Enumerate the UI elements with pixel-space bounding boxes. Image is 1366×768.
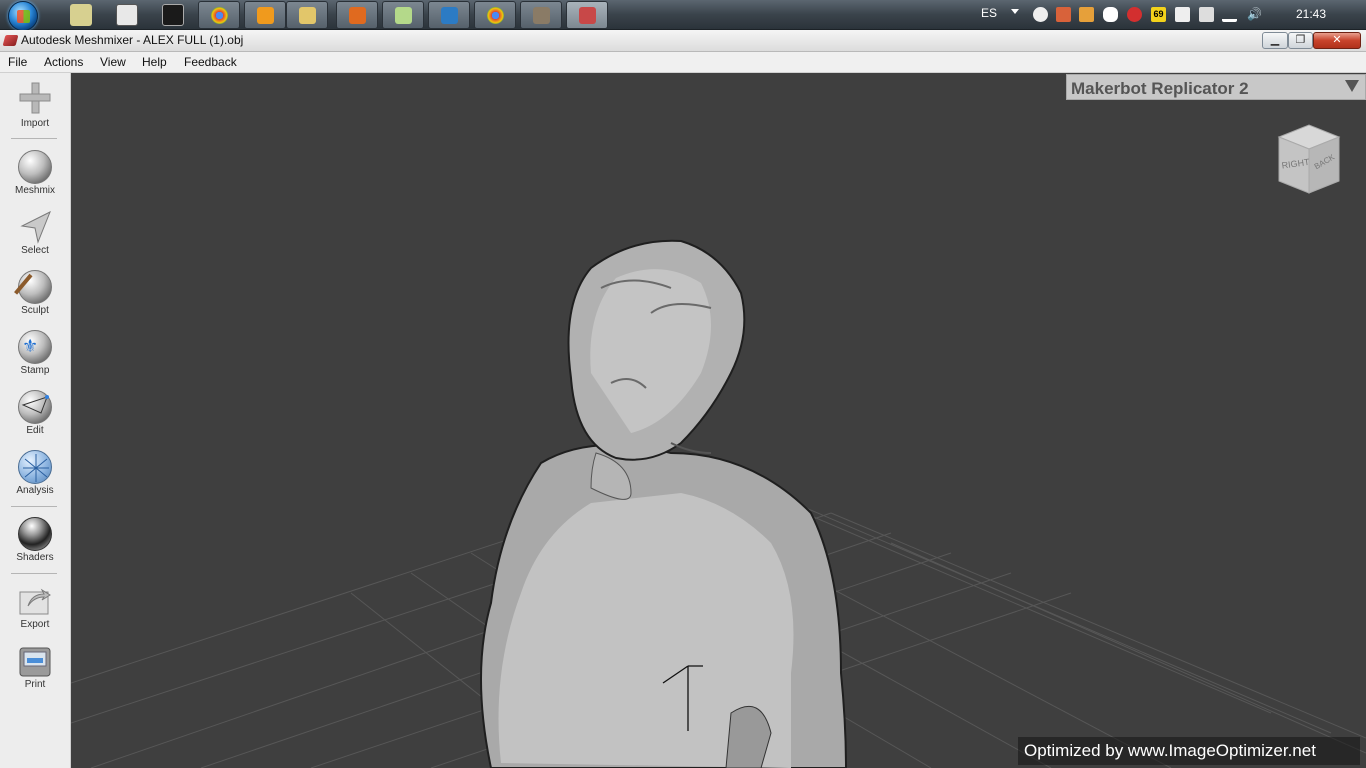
taskbar-app-button[interactable] bbox=[336, 1, 378, 29]
toolbar-divider bbox=[11, 506, 57, 507]
pinned-app-icon[interactable] bbox=[162, 4, 184, 26]
menu-file[interactable]: File bbox=[8, 55, 27, 69]
tool-label: Select bbox=[21, 245, 49, 256]
tool-label: Analysis bbox=[16, 485, 54, 496]
network-icon[interactable] bbox=[1222, 7, 1237, 22]
stamp-sphere-icon: ⚜ bbox=[18, 330, 52, 364]
taskbar-explorer-button[interactable] bbox=[286, 1, 328, 29]
printer-name: Makerbot Replicator 2 bbox=[1071, 79, 1249, 98]
maximize-button[interactable]: ❐ bbox=[1288, 32, 1313, 49]
face-sphere-icon bbox=[18, 150, 52, 184]
tool-label: Shaders bbox=[16, 552, 54, 563]
dropdown-arrow-icon[interactable] bbox=[1345, 80, 1359, 92]
toolbar-divider bbox=[11, 138, 57, 139]
flag-icon[interactable] bbox=[1175, 7, 1190, 22]
badge-icon[interactable]: 69 bbox=[1151, 7, 1166, 22]
app-icon bbox=[349, 7, 366, 24]
plus-icon bbox=[19, 82, 51, 114]
pinned-app-icon[interactable] bbox=[116, 4, 138, 26]
mesh-model[interactable] bbox=[480, 239, 848, 768]
meshmixer-app-icon bbox=[2, 35, 19, 46]
clock[interactable]: 21:43 bbox=[1296, 7, 1326, 21]
meshmixer-icon bbox=[579, 7, 596, 24]
menu-view[interactable]: View bbox=[100, 55, 126, 69]
export-tool[interactable]: Export bbox=[0, 584, 70, 644]
tool-sidebar: Import Meshmix Select Sculpt ⚜ Stamp Edi… bbox=[0, 73, 71, 768]
print-tool[interactable]: Print bbox=[0, 644, 70, 704]
taskbar-chrome-button[interactable] bbox=[198, 1, 240, 29]
taskbar-app-button[interactable] bbox=[428, 1, 470, 29]
app-icon bbox=[395, 7, 412, 24]
watermark: Optimized by www.ImageOptimizer.net bbox=[1018, 737, 1360, 765]
tool-label: Sculpt bbox=[21, 305, 49, 316]
printer-selector[interactable]: Makerbot Replicator 2 bbox=[1066, 74, 1366, 100]
import-tool[interactable]: Import bbox=[0, 81, 70, 141]
power-icon[interactable] bbox=[1199, 7, 1214, 22]
app-tray-icon[interactable] bbox=[1056, 7, 1071, 22]
tool-label: Edit bbox=[26, 425, 44, 436]
3d-viewport[interactable]: Makerbot Replicator 2 RIGHT BACK Optimiz… bbox=[71, 73, 1366, 768]
chrome-sphere-icon bbox=[18, 517, 52, 551]
sculpt-tool[interactable]: Sculpt bbox=[0, 270, 70, 330]
menu-actions[interactable]: Actions bbox=[44, 55, 83, 69]
start-button[interactable] bbox=[8, 1, 38, 31]
menu-feedback[interactable]: Feedback bbox=[184, 55, 237, 69]
select-tool[interactable]: Select bbox=[0, 210, 70, 270]
tray-expand-icon[interactable] bbox=[1011, 9, 1019, 14]
window-titlebar[interactable]: Autodesk Meshmixer - ALEX FULL (1).obj ▁… bbox=[0, 30, 1366, 52]
minimize-button[interactable]: ▁ bbox=[1262, 32, 1288, 49]
menu-bar: File Actions View Help Feedback bbox=[0, 52, 1366, 73]
volume-icon[interactable]: 🔊 bbox=[1247, 7, 1262, 22]
tool-label: Import bbox=[20, 118, 50, 129]
media-player-icon bbox=[257, 7, 274, 24]
pinned-app-icon[interactable] bbox=[70, 4, 92, 26]
edit-sphere-icon bbox=[18, 390, 52, 424]
tool-label: Print bbox=[24, 679, 46, 690]
taskbar-app-button[interactable] bbox=[382, 1, 424, 29]
taskbar-gimp-button[interactable] bbox=[520, 1, 562, 29]
edit-tool[interactable]: Edit bbox=[0, 390, 70, 450]
analysis-tool[interactable]: Analysis bbox=[0, 450, 70, 510]
ground-grid bbox=[71, 239, 1366, 768]
taskbar-chrome-button[interactable] bbox=[474, 1, 516, 29]
view-cube[interactable]: RIGHT BACK bbox=[1269, 121, 1349, 201]
gimp-icon bbox=[533, 7, 550, 24]
app-icon bbox=[441, 7, 458, 24]
stamp-tool[interactable]: ⚜ Stamp bbox=[0, 330, 70, 390]
tool-label: Stamp bbox=[20, 365, 50, 376]
app-tray-icon[interactable] bbox=[1079, 7, 1094, 22]
folder-icon bbox=[299, 7, 316, 24]
window-title: Autodesk Meshmixer - ALEX FULL (1).obj bbox=[21, 33, 244, 47]
arrow-pointer-icon bbox=[20, 210, 51, 244]
shaders-tool[interactable]: Shaders bbox=[0, 517, 70, 577]
brush-sphere-icon bbox=[14, 270, 52, 304]
chrome-icon bbox=[487, 7, 504, 24]
taskbar: ES 69 🔊 21:43 bbox=[0, 0, 1366, 31]
tool-label: Export bbox=[20, 619, 50, 630]
toolbar-divider bbox=[11, 573, 57, 574]
taskbar-meshmixer-button[interactable] bbox=[566, 1, 608, 29]
printer-icon bbox=[19, 647, 51, 677]
cloud-icon[interactable] bbox=[1033, 7, 1048, 22]
menu-help[interactable]: Help bbox=[142, 55, 167, 69]
meshmix-tool[interactable]: Meshmix bbox=[0, 150, 70, 210]
close-button[interactable]: ✕ bbox=[1313, 32, 1361, 49]
mesh-sphere-icon bbox=[18, 450, 52, 484]
mega-icon[interactable] bbox=[1127, 7, 1142, 22]
cloud-icon[interactable] bbox=[1103, 7, 1118, 22]
chrome-icon bbox=[211, 7, 228, 24]
language-indicator[interactable]: ES bbox=[981, 6, 997, 20]
export-icon bbox=[19, 588, 51, 615]
taskbar-media-button[interactable] bbox=[244, 1, 286, 29]
tool-label: Meshmix bbox=[14, 185, 55, 196]
